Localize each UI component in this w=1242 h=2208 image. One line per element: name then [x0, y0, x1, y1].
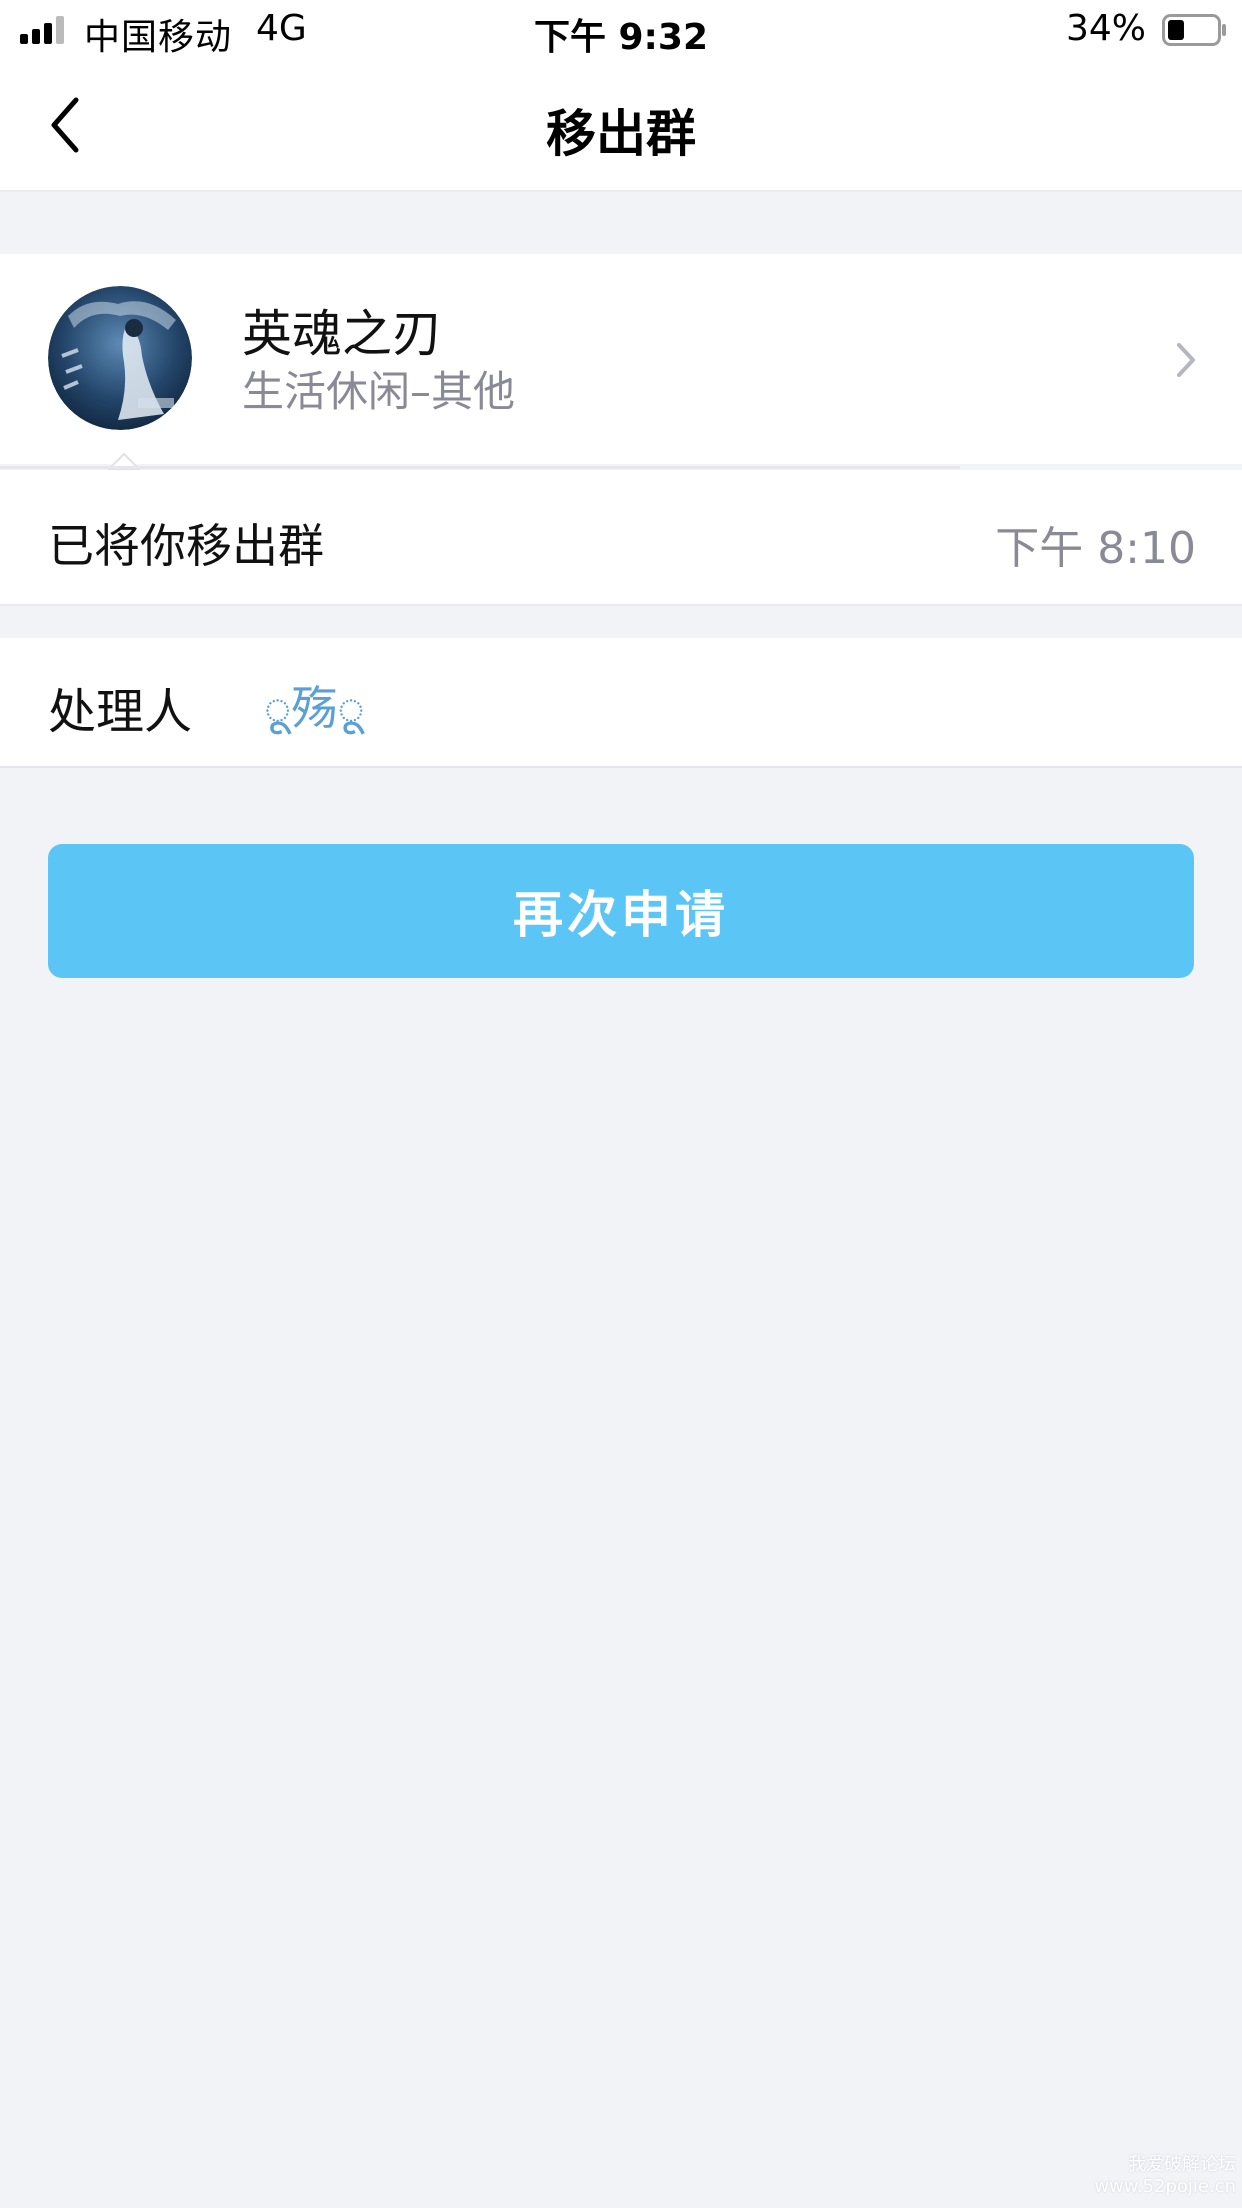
handler-name[interactable]: ू殇ू	[264, 672, 365, 738]
status-bar: 中国移动 4G 下午 9:32 34%	[0, 0, 1242, 60]
group-avatar	[48, 286, 192, 430]
chevron-right-icon	[1177, 343, 1195, 377]
removal-time: 下午 8:10	[995, 523, 1196, 574]
navigation-bar: 移出群	[0, 60, 1242, 192]
battery-percent: 34%	[1065, 8, 1146, 49]
status-time: 下午 9:32	[533, 17, 709, 58]
group-info-card[interactable]: 英魂之刃 生活休闲–其他	[0, 254, 1242, 464]
battery-icon	[1162, 14, 1226, 46]
watermark-line1: 我爱破解论坛	[1128, 2154, 1236, 2175]
watermark: 我爱破解论坛 www.52pojie.cn	[1094, 2154, 1236, 2198]
handler-label: 处理人	[48, 684, 193, 740]
page-title: 移出群	[546, 105, 696, 163]
divider	[0, 466, 960, 469]
removal-notice-row: 已将你移出群 下午 8:10	[0, 470, 1242, 606]
handler-row: 处理人 ू殇ू	[0, 638, 1242, 768]
reapply-button[interactable]: 再次申请	[48, 844, 1194, 978]
group-name: 英魂之刃	[242, 305, 442, 363]
group-category: 生活休闲–其他	[242, 367, 516, 416]
watermark-line2: www.52pojie.cn	[1094, 2176, 1236, 2197]
removal-notice-text: 已将你移出群	[48, 519, 324, 573]
